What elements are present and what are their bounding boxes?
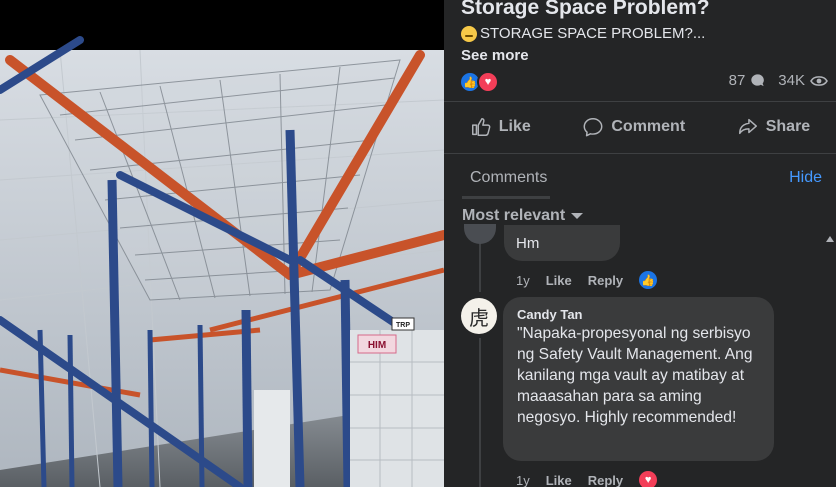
comment-age[interactable]: 1y bbox=[516, 473, 530, 487]
tab-comments[interactable]: Comments bbox=[470, 169, 547, 187]
scroll-up-arrow-icon[interactable] bbox=[826, 236, 834, 242]
post-panel: Storage Space Problem? STORAGE SPACE PRO… bbox=[444, 0, 836, 487]
comment-count[interactable]: 87 bbox=[729, 72, 746, 89]
comment-meta: 1y Like Reply 👍 bbox=[516, 271, 658, 289]
love-reaction-icon[interactable]: ♥ bbox=[639, 471, 658, 487]
avatar[interactable]: 虎 bbox=[461, 298, 497, 334]
thread-line bbox=[479, 240, 481, 292]
post-stats: 87 34K bbox=[729, 72, 828, 89]
chevron-down-icon bbox=[571, 213, 584, 219]
comment-button-label: Comment bbox=[611, 118, 686, 135]
post-description-text: STORAGE SPACE PROBLEM?... bbox=[480, 25, 706, 42]
comment-text: "Napaka-propesyonal ng serbisyo ng Safet… bbox=[517, 325, 753, 426]
svg-text:HIM: HIM bbox=[368, 340, 386, 351]
like-button-label: Like bbox=[498, 118, 531, 135]
post-title: Storage Space Problem? bbox=[461, 0, 710, 19]
avatar-glyph: 虎 bbox=[469, 305, 489, 330]
eye-icon bbox=[810, 75, 828, 86]
thread-line bbox=[479, 338, 481, 487]
divider bbox=[444, 101, 836, 102]
comment-like-button[interactable]: Like bbox=[546, 473, 572, 487]
like-button[interactable]: Like bbox=[460, 108, 541, 146]
love-icon: ♥ bbox=[477, 71, 499, 93]
comment-bubble: Hm bbox=[504, 225, 620, 261]
share-arrow-icon bbox=[738, 118, 757, 135]
tab-underline bbox=[462, 196, 550, 199]
video-player[interactable]: HIM TRP bbox=[0, 0, 444, 487]
share-button-label: Share bbox=[765, 118, 811, 135]
post-description: STORAGE SPACE PROBLEM?... bbox=[461, 25, 705, 42]
comment-like-button[interactable]: Like bbox=[546, 273, 572, 288]
rack-sign-trp: TRP bbox=[391, 317, 415, 331]
comment-icon bbox=[583, 118, 603, 137]
see-more-link[interactable]: See more bbox=[461, 47, 529, 64]
thinking-face-icon bbox=[461, 25, 477, 42]
comment-author[interactable]: Candy Tan bbox=[517, 307, 583, 322]
comment-bubble: Candy Tan "Napaka-propesyonal ng serbisy… bbox=[503, 297, 774, 461]
hide-comments-link[interactable]: Hide bbox=[789, 169, 822, 187]
view-count: 34K bbox=[778, 72, 805, 89]
comment-meta: 1y Like Reply ♥ bbox=[516, 471, 658, 487]
thumbs-up-icon bbox=[471, 118, 491, 136]
reaction-summary[interactable]: 👍 ♥ bbox=[459, 71, 499, 93]
divider bbox=[444, 153, 836, 154]
sort-dropdown[interactable]: Most relevant bbox=[462, 207, 584, 225]
share-button[interactable]: Share bbox=[727, 108, 820, 146]
comment-reply-button[interactable]: Reply bbox=[588, 473, 623, 487]
rack-sign-him: HIM bbox=[357, 334, 397, 354]
sort-label: Most relevant bbox=[462, 207, 566, 224]
like-reaction-icon[interactable]: 👍 bbox=[639, 271, 658, 289]
comment-reply-button[interactable]: Reply bbox=[588, 273, 623, 288]
comment-button[interactable]: Comment bbox=[572, 108, 695, 146]
warehouse-video-frame: HIM TRP bbox=[0, 0, 444, 487]
avatar[interactable] bbox=[464, 224, 496, 244]
comment-bubble-icon bbox=[751, 74, 765, 87]
svg-text:TRP: TRP bbox=[396, 322, 410, 329]
post-actions: Like Comment Share bbox=[444, 104, 836, 150]
comment-age[interactable]: 1y bbox=[516, 273, 530, 288]
comment-text: Hm bbox=[516, 235, 540, 252]
